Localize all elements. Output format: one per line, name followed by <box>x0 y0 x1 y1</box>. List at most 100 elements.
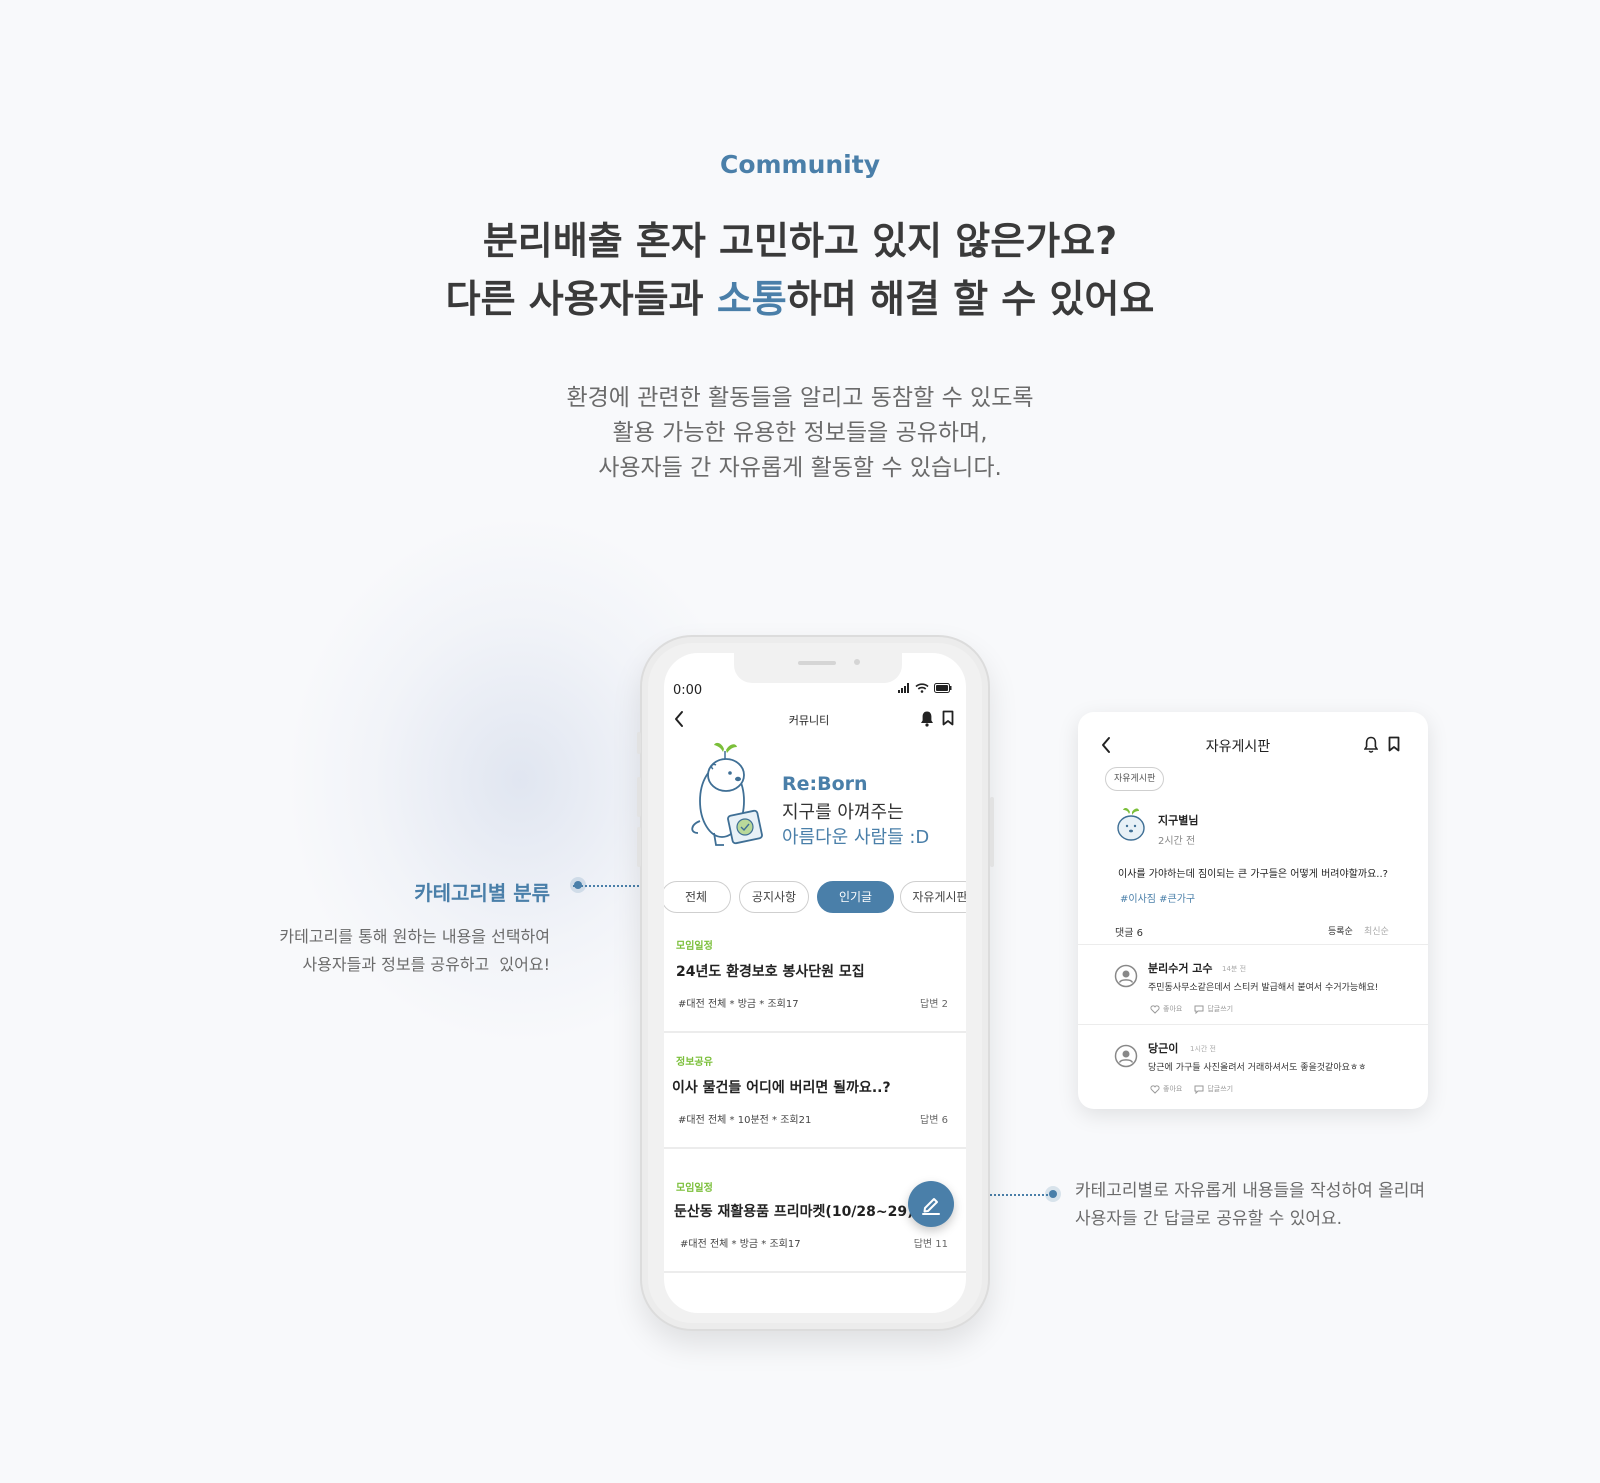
reply-label: 답글쓰기 <box>1207 1005 1234 1013</box>
post-item[interactable]: 정보공유 이사 물건들 어디에 버리면 될까요..? #대전 전체 * 10분전… <box>664 1035 966 1149</box>
post-answers: 답변 6 <box>920 1115 948 1126</box>
sort-registered[interactable]: 등록순 <box>1328 924 1353 937</box>
post-meta: #대전 전체 * 10분전 * 조회21 <box>678 1115 812 1126</box>
phone-volume-up <box>637 777 641 817</box>
notch-camera <box>854 659 860 665</box>
sort-latest[interactable]: 최신순 <box>1364 924 1389 937</box>
hero-banner: Re:Born 지구를 아껴주는 아름다운 사람들 :D <box>664 741 966 861</box>
left-note-line-2: 사용자들과 정보를 공유하고 있어요! <box>302 955 550 974</box>
post-hashtags[interactable]: #이사짐 #큰가구 <box>1120 890 1195 905</box>
status-icons <box>898 683 952 693</box>
bookmark-icon[interactable] <box>1388 736 1400 752</box>
left-note-title: 카테고리별 분류 <box>414 881 550 905</box>
left-note-text: 카테고리를 통해 원하는 내용을 선택하여사용자들과 정보를 공유하고 있어요! <box>279 923 550 979</box>
comment-text: 주민동사무소같은데서 스티커 발급해서 붙여서 수거가능해요! <box>1148 983 1379 993</box>
section-label: Community <box>719 150 881 179</box>
bookmark-icon[interactable] <box>942 710 954 726</box>
right-connector-dot <box>1049 1190 1057 1198</box>
post-meta: #대전 전체 * 방금 * 조회17 <box>680 1239 801 1250</box>
comment-count: 댓글 6 <box>1115 928 1143 939</box>
headline-line-2-post: 하며 해결 할 수 있어요 <box>786 277 1155 321</box>
comment-bubble-icon <box>1194 1005 1204 1014</box>
comment-author: 분리수거 고수 <box>1148 962 1213 975</box>
headline-accent: 소통 <box>716 277 787 321</box>
right-note-line-2: 사용자들 간 답글로 공유할 수 있어요. <box>1075 1209 1343 1229</box>
chip-notice[interactable]: 공지사항 <box>739 881 809 913</box>
left-note-line-1: 카테고리를 통해 원하는 내용을 선택하여 <box>279 927 550 946</box>
notch-speaker <box>798 661 836 665</box>
post-meta: #대전 전체 * 방금 * 조회17 <box>678 999 799 1010</box>
post-title: 둔산동 재활용품 프리마켓(10/28~29) <box>674 1204 914 1220</box>
post-title: 이사 물건들 어디에 버리면 될까요..? <box>672 1080 891 1096</box>
bell-icon[interactable] <box>920 710 934 727</box>
card-header-icons <box>1364 736 1400 753</box>
app-bar: 커뮤니티 <box>664 706 966 736</box>
hero-line-3: 아름다운 사람들 :D <box>782 827 930 848</box>
left-connector-line <box>573 885 639 887</box>
like-button[interactable]: 좋아요 <box>1150 1004 1182 1014</box>
comment-time: 1시간 전 <box>1190 1045 1216 1053</box>
category-chips: 전체 공지사항 인기글 자유게시판 <box>664 881 966 915</box>
phone-power-button <box>990 797 994 867</box>
wifi-icon <box>915 683 929 693</box>
post-time: 2시간 전 <box>1158 836 1196 847</box>
post-author: 지구별님 <box>1158 814 1199 827</box>
app-bar-icons <box>920 710 954 727</box>
post-item[interactable]: 모임일정 24년도 환경보호 봉사단원 모집 #대전 전체 * 방금 * 조회1… <box>664 919 966 1033</box>
like-label: 좋아요 <box>1163 1005 1183 1013</box>
write-post-button[interactable] <box>908 1181 954 1227</box>
post-body: 이사를 가야하는데 짐이되는 큰 가구들은 어떻게 버려야할까요..? <box>1118 869 1388 880</box>
post-answers: 답변 2 <box>920 999 948 1010</box>
comment-text: 당근에 가구들 사진올려서 거래하셔서도 좋을것같아요ㅎㅎ <box>1148 1063 1367 1073</box>
comment-time: 14분 전 <box>1222 965 1247 973</box>
comment-author: 당근이 <box>1148 1042 1179 1055</box>
bell-outline-icon[interactable] <box>1364 736 1378 753</box>
headline-line-2-pre: 다른 사용자들과 <box>445 277 717 321</box>
headline-line-2: 다른 사용자들과 소통하며 해결 할 수 있어요 <box>0 270 1600 328</box>
comment-bubble-icon <box>1194 1085 1204 1094</box>
phone-mockup: 0:00 커뮤니티 Re:Born 지구를 아껴주는 아름다운 사람들:D 전… <box>637 635 994 1331</box>
desc-line-2: 활용 가능한 유용한 정보들을 공유하며, <box>612 420 988 446</box>
reply-label: 답글쓰기 <box>1207 1085 1234 1093</box>
comment-actions: 좋아요 답글쓰기 <box>1150 1004 1233 1014</box>
right-note-line-1: 카테고리별로 자유롭게 내용들을 작성하여 올리며 <box>1075 1181 1426 1201</box>
reply-button[interactable]: 답글쓰기 <box>1194 1084 1233 1094</box>
phone-screen: 0:00 커뮤니티 Re:Born 지구를 아껴주는 아름다운 사람들:D 전… <box>664 653 966 1313</box>
author-avatar <box>1117 807 1145 841</box>
reply-button[interactable]: 답글쓰기 <box>1194 1004 1233 1014</box>
heart-icon <box>1150 1004 1160 1014</box>
user-avatar-icon <box>1114 1044 1138 1068</box>
chip-all[interactable]: 전체 <box>664 881 731 913</box>
post-answers: 답변 11 <box>913 1239 948 1250</box>
chip-free-board[interactable]: 자유게시판 <box>900 881 966 913</box>
right-note-text: 카테고리별로 자유롭게 내용들을 작성하여 올리며사용자들 간 답글로 공유할 … <box>1075 1177 1425 1233</box>
phone-volume-down <box>637 827 641 867</box>
desc-line-1: 환경에 관련한 활동들을 알리고 동참할 수 있도록 <box>566 385 1034 411</box>
hero-brand: Re:Born <box>782 773 868 795</box>
chip-popular[interactable]: 인기글 <box>817 881 894 913</box>
post-category: 정보공유 <box>676 1057 713 1068</box>
app-bar-title: 커뮤니티 <box>788 714 830 727</box>
post-category: 모임일정 <box>676 1183 713 1194</box>
right-connector-line <box>990 1194 1052 1196</box>
user-avatar-icon <box>1114 964 1138 988</box>
signal-icon <box>898 683 909 693</box>
comment-item: 당근이 1시간 전 당근에 가구들 사진올려서 거래하셔서도 좋을것같아요ㅎㅎ … <box>1078 1024 1428 1104</box>
heart-icon <box>1150 1084 1160 1094</box>
status-time: 0:00 <box>673 683 703 698</box>
post-title: 24년도 환경보호 봉사단원 모집 <box>676 964 865 980</box>
pencil-icon <box>922 1198 940 1215</box>
board-tag-chip[interactable]: 자유게시판 <box>1105 767 1165 791</box>
headline: 분리배출 혼자 고민하고 있지 않은가요? 다른 사용자들과 소통하며 해결 할… <box>0 212 1600 328</box>
comment-actions: 좋아요 답글쓰기 <box>1150 1084 1233 1094</box>
like-label: 좋아요 <box>1163 1085 1183 1093</box>
post-category: 모임일정 <box>676 941 713 952</box>
section-description: 환경에 관련한 활동들을 알리고 동참할 수 있도록 활용 가능한 유용한 정보… <box>0 381 1600 486</box>
hero-line-2: 지구를 아껴주는 <box>782 802 904 823</box>
headline-line-1: 분리배출 혼자 고민하고 있지 않은가요? <box>482 219 1118 263</box>
otter-mascot-icon <box>691 742 763 846</box>
phone-notch <box>734 653 902 683</box>
like-button[interactable]: 좋아요 <box>1150 1084 1182 1094</box>
battery-icon <box>934 683 952 693</box>
card-title: 자유게시판 <box>1205 739 1271 755</box>
